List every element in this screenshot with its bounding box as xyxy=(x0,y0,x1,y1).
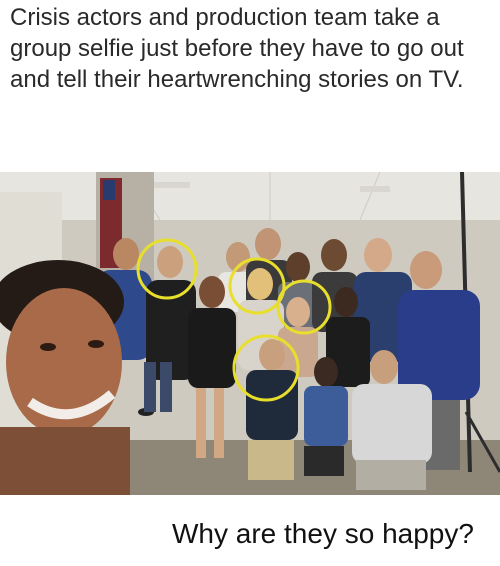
selfie-woman xyxy=(0,260,130,495)
meme-caption: Crisis actors and production team take a… xyxy=(10,4,464,93)
group-selfie-photo xyxy=(0,172,500,495)
room-ceiling xyxy=(0,172,500,220)
meme-footer: Why are they so happy? xyxy=(172,518,474,549)
